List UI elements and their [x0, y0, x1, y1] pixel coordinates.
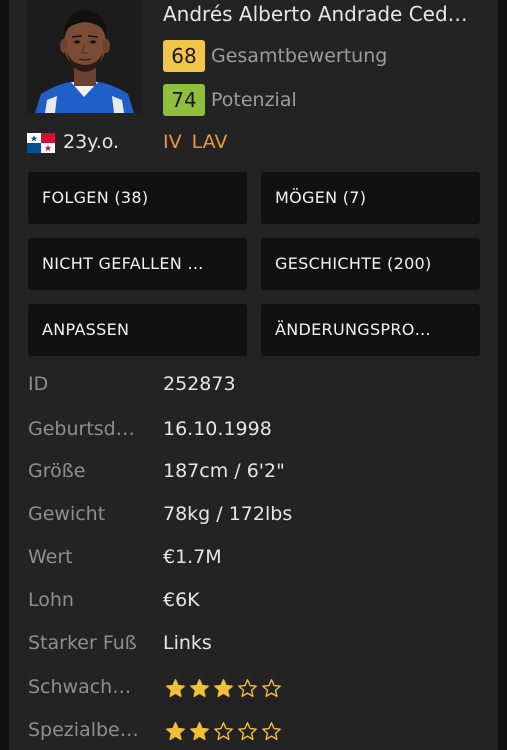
panama-flag-icon — [27, 133, 55, 153]
birthdate-label: Geburtsd… — [28, 418, 135, 440]
strong-foot-label: Starker Fuß — [28, 632, 137, 654]
follow-button[interactable]: FOLGEN (38) — [28, 172, 247, 224]
like-button[interactable]: MÖGEN (7) — [261, 172, 480, 224]
birthdate-value: 16.10.1998 — [163, 418, 272, 440]
star-filled-icon — [214, 679, 233, 698]
weight-value: 78kg / 172lbs — [163, 503, 293, 525]
skill-moves-stars — [165, 721, 282, 742]
star-empty-icon — [238, 679, 257, 698]
potential-label: Potenzial — [211, 89, 297, 111]
id-label: ID — [28, 373, 49, 395]
potential-badge: 74 — [163, 84, 205, 116]
player-photo — [27, 0, 142, 113]
overall-badge: 68 — [163, 40, 205, 72]
value-label: Wert — [28, 546, 73, 568]
height-value: 187cm / 6'2" — [163, 460, 285, 482]
weak-foot-stars — [165, 678, 282, 699]
skill-moves-label: Spezialbe… — [28, 719, 139, 741]
player-positions: IV LAV — [163, 131, 228, 153]
height-label: Größe — [28, 460, 86, 482]
wage-label: Lohn — [28, 589, 74, 611]
weight-label: Gewicht — [28, 503, 106, 525]
star-empty-icon — [262, 679, 281, 698]
wage-value: €6K — [163, 589, 200, 611]
star-filled-icon — [190, 722, 209, 741]
potential-rating: 74 Potenzial — [163, 84, 297, 116]
dislike-button[interactable]: NICHT GEFALLEN … — [28, 238, 247, 290]
star-empty-icon — [214, 722, 233, 741]
id-value: 252873 — [163, 373, 236, 395]
player-name: Andrés Alberto Andrade Ced… — [163, 2, 468, 26]
history-button[interactable]: GESCHICHTE (200) — [261, 238, 480, 290]
star-filled-icon — [166, 679, 185, 698]
overall-label: Gesamtbewertung — [211, 45, 388, 67]
star-filled-icon — [190, 679, 209, 698]
customize-button[interactable]: ANPASSEN — [28, 304, 247, 356]
strong-foot-value: Links — [163, 632, 212, 654]
value-value: €1.7M — [163, 546, 222, 568]
weak-foot-label: Schwach… — [28, 676, 132, 698]
changes-button[interactable]: ÄNDERUNGSPRO… — [261, 304, 480, 356]
star-filled-icon — [166, 722, 185, 741]
star-empty-icon — [238, 722, 257, 741]
star-empty-icon — [262, 722, 281, 741]
player-age: 23y.o. — [63, 131, 120, 153]
overall-rating: 68 Gesamtbewertung — [163, 40, 387, 72]
